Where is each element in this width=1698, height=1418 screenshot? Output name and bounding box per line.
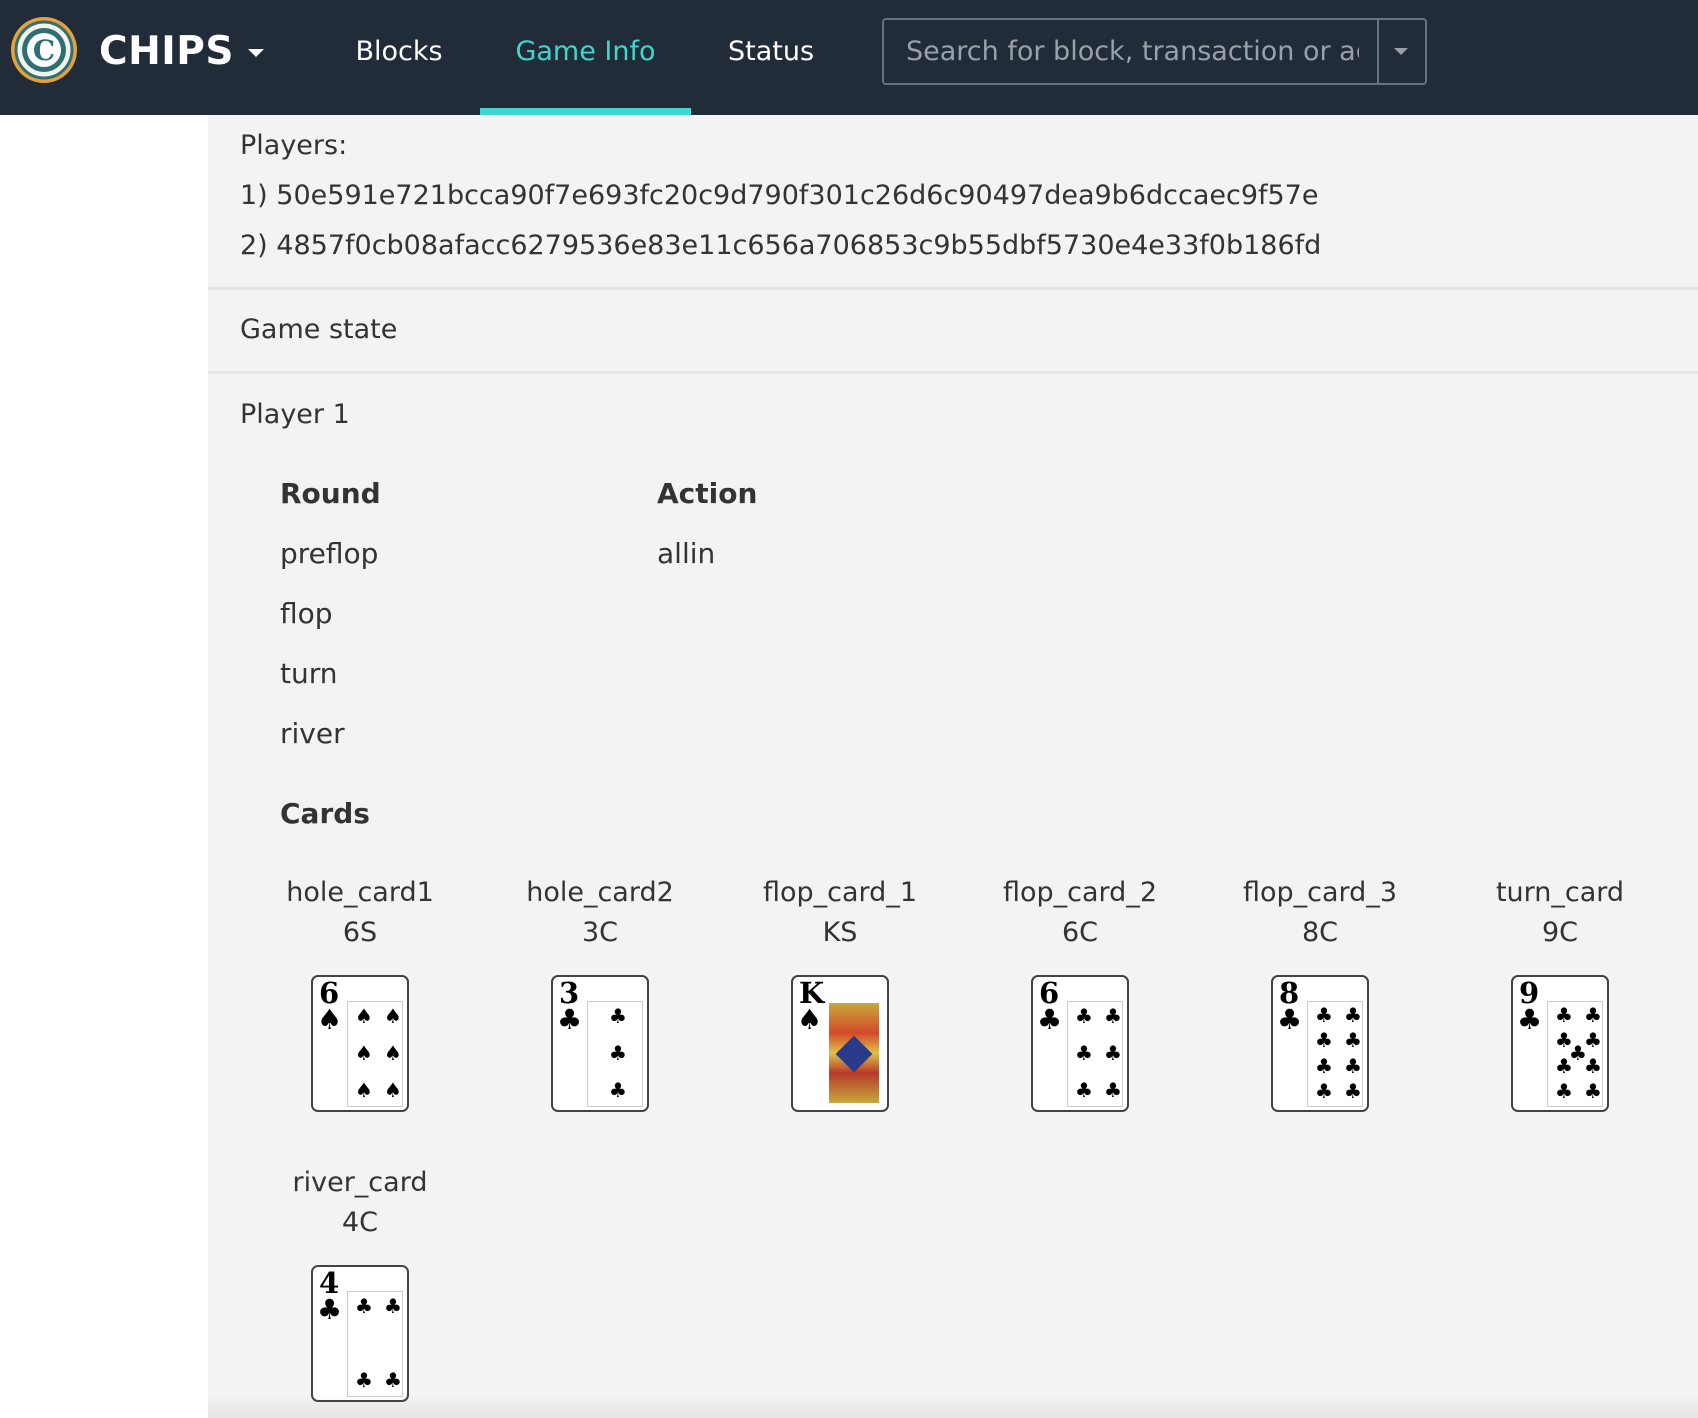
card-slot: hole_card1 6S: [240, 873, 480, 953]
club-icon: ♣: [317, 1293, 343, 1326]
nav-status[interactable]: Status: [710, 0, 832, 115]
club-icon: ♣: [1584, 1003, 1602, 1027]
card-value: 9C: [1541, 917, 1579, 948]
club-icon: ♣: [1075, 1004, 1093, 1028]
game-state-heading: Game state: [240, 314, 398, 345]
club-icon: ♣: [1344, 1079, 1362, 1103]
king-face-icon: [829, 1003, 879, 1103]
spade-icon: ♠: [384, 1078, 402, 1102]
table-header-action: Action: [657, 477, 758, 510]
club-icon: ♣: [1037, 1003, 1063, 1036]
club-icon: ♣: [384, 1294, 402, 1318]
chips-logo-icon[interactable]: C: [10, 16, 78, 84]
spade-icon: ♠: [355, 1041, 373, 1065]
table-cell-action: allin: [657, 537, 716, 570]
spade-icon: ♠: [384, 1004, 402, 1028]
divider: [208, 287, 1698, 290]
club-icon: ♣: [1517, 1003, 1543, 1036]
card-name: flop_card_2: [1003, 877, 1157, 908]
game-info-panel: Players: 1) 50e591e721bcca90f7e693fc20c9…: [208, 115, 1698, 1418]
table-cell-round: flop: [280, 597, 333, 630]
club-icon: ♣: [1075, 1078, 1093, 1102]
club-icon: ♣: [1315, 1079, 1333, 1103]
card-value: 6S: [342, 917, 378, 948]
table-cell-round: turn: [280, 657, 338, 690]
search-dropdown-button[interactable]: [1377, 20, 1425, 83]
club-icon: ♣: [1315, 1003, 1333, 1027]
bottom-shadow: [208, 1395, 1698, 1418]
card-slot: hole_card2 3C: [480, 873, 720, 953]
club-icon: ♣: [1344, 1028, 1362, 1052]
playing-card-image: 6 ♠ ♠ ♠ ♠ ♠ ♠ ♠: [311, 975, 409, 1112]
spade-icon: ♠: [317, 1003, 343, 1036]
table-cell-round: preflop: [280, 537, 379, 570]
card-name: flop_card_1: [763, 877, 917, 908]
club-icon: ♣: [1104, 1041, 1122, 1065]
nav-blocks[interactable]: Blocks: [336, 0, 462, 115]
search-box: [882, 18, 1427, 85]
club-icon: ♣: [1315, 1054, 1333, 1078]
chevron-down-icon: [247, 49, 264, 57]
club-icon: ♣: [355, 1294, 373, 1318]
playing-card-image: 4 ♣ ♣ ♣ ♣ ♣: [311, 1265, 409, 1402]
club-icon: ♣: [609, 1004, 627, 1028]
playing-card-image: 9 ♣ ♣ ♣ ♣ ♣ ♣ ♣ ♣ ♣ ♣: [1511, 975, 1609, 1112]
club-icon: ♣: [384, 1368, 402, 1392]
brand-name: CHIPS: [99, 28, 234, 74]
spade-icon: ♠: [355, 1004, 373, 1028]
club-icon: ♣: [557, 1003, 583, 1036]
spade-icon: ♠: [797, 1003, 823, 1036]
card-value: 4C: [341, 1207, 379, 1238]
club-icon: ♣: [1344, 1003, 1362, 1027]
club-icon: ♣: [1555, 1079, 1573, 1103]
table-cell-round: river: [280, 717, 345, 750]
card-value: 3C: [581, 917, 619, 948]
spade-icon: ♠: [355, 1078, 373, 1102]
player1-heading: Player 1: [240, 399, 350, 430]
club-icon: ♣: [355, 1368, 373, 1392]
table-header-round: Round: [280, 477, 381, 510]
search-input[interactable]: [884, 20, 1381, 83]
playing-card-image: K ♠: [791, 975, 889, 1112]
playing-card-image: 3 ♣ ♣ ♣ ♣: [551, 975, 649, 1112]
card-slot: turn_card 9C: [1440, 873, 1680, 953]
club-icon: ♣: [609, 1078, 627, 1102]
club-icon: ♣: [609, 1041, 627, 1065]
playing-card-image: 6 ♣ ♣ ♣ ♣ ♣ ♣ ♣: [1031, 975, 1129, 1112]
club-icon: ♣: [1555, 1003, 1573, 1027]
club-icon: ♣: [1104, 1078, 1122, 1102]
card-value: KS: [822, 917, 858, 948]
player-address: 2) 4857f0cb08afacc6279536e83e11c656a7068…: [240, 230, 1322, 261]
card-slot: flop_card_1 KS: [720, 873, 960, 953]
card-slot: flop_card_3 8C: [1200, 873, 1440, 953]
club-icon: ♣: [1104, 1004, 1122, 1028]
card-name: flop_card_3: [1243, 877, 1397, 908]
brand-dropdown[interactable]: CHIPS: [99, 26, 264, 76]
nav-game-info[interactable]: Game Info: [480, 0, 691, 115]
spade-icon: ♠: [384, 1041, 402, 1065]
club-icon: ♣: [1584, 1079, 1602, 1103]
player-address: 1) 50e591e721bcca90f7e693fc20c9d790f301c…: [240, 180, 1319, 211]
club-icon: ♣: [1315, 1028, 1333, 1052]
cards-heading: Cards: [280, 797, 370, 830]
navbar: C CHIPS Blocks Game Info Status: [0, 0, 1698, 115]
players-heading: Players:: [240, 130, 348, 161]
card-name: hole_card1: [286, 877, 434, 908]
club-icon: ♣: [1075, 1041, 1093, 1065]
card-slot: river_card 4C: [240, 1163, 480, 1243]
club-icon: ♣: [1344, 1054, 1362, 1078]
card-name: turn_card: [1495, 877, 1625, 908]
card-value: 8C: [1301, 917, 1339, 948]
svg-text:C: C: [33, 34, 55, 67]
card-value: 6C: [1061, 917, 1099, 948]
club-icon: ♣: [1584, 1054, 1602, 1078]
club-icon: ♣: [1277, 1003, 1303, 1036]
card-slot: flop_card_2 6C: [960, 873, 1200, 953]
playing-card-image: 8 ♣ ♣ ♣ ♣ ♣ ♣ ♣ ♣ ♣: [1271, 975, 1369, 1112]
divider: [208, 371, 1698, 374]
card-name: river_card: [292, 1167, 428, 1198]
club-icon: ♣: [1555, 1054, 1573, 1078]
card-name: hole_card2: [526, 877, 674, 908]
